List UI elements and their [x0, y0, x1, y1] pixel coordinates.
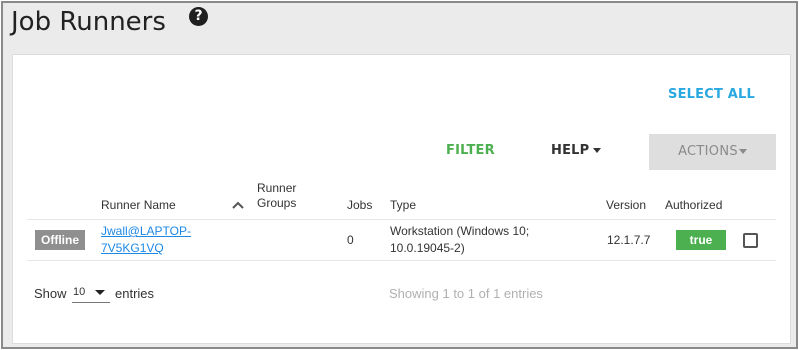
actions-button[interactable]: ACTIONS [649, 134, 776, 170]
authorized-badge: true [676, 230, 726, 250]
help-menu-label: HELP [551, 143, 590, 158]
header-divider [27, 219, 776, 220]
column-header-type[interactable]: Type [390, 198, 416, 213]
type-cell: Workstation (Windows 10; 10.0.19045-2) [390, 223, 529, 257]
show-label: Show [34, 286, 67, 301]
column-header-runner-name[interactable]: Runner Name [101, 198, 176, 213]
app-frame: Job Runners ? SELECT ALL FILTER HELP ACT… [1, 1, 798, 349]
runner-name-line2: 7V5KG1VQ [101, 241, 164, 255]
runner-name-link[interactable]: Jwall@LAPTOP- 7V5KG1VQ [101, 223, 191, 257]
caret-down-icon [95, 290, 105, 295]
page-size-select[interactable]: 10 [72, 283, 110, 303]
jobs-cell: 0 [347, 233, 354, 247]
caret-down-icon [593, 148, 602, 153]
column-header-authorized[interactable]: Authorized [665, 198, 722, 213]
column-header-jobs[interactable]: Jobs [347, 198, 372, 213]
type-line2: 10.0.19045-2) [390, 241, 465, 255]
column-header-runner-groups-line1: Runner [257, 181, 297, 195]
page-size-value: 10 [73, 286, 86, 298]
type-line1: Workstation (Windows 10; [390, 224, 530, 238]
column-header-runner-groups[interactable]: Runner Groups [257, 181, 296, 211]
column-header-runner-groups-line2: Groups [257, 196, 297, 210]
job-runners-panel: SELECT ALL FILTER HELP ACTIONS Runner Na… [12, 54, 791, 344]
version-cell: 12.1.7.7 [607, 233, 651, 247]
runner-name-line1: Jwall@LAPTOP- [101, 224, 191, 238]
help-menu-button[interactable]: HELP [551, 143, 602, 158]
entries-label: entries [115, 286, 155, 301]
table-info: Showing 1 to 1 of 1 entries [389, 286, 543, 301]
chevron-up-icon[interactable] [231, 200, 245, 210]
page-title: Job Runners [11, 7, 166, 37]
caret-down-icon [738, 149, 747, 154]
actions-label: ACTIONS [678, 144, 738, 159]
filter-button[interactable]: FILTER [446, 143, 495, 158]
select-all-button[interactable]: SELECT ALL [668, 87, 755, 102]
status-badge: Offline [35, 230, 85, 250]
column-header-version[interactable]: Version [606, 198, 646, 213]
row-select-checkbox[interactable] [743, 233, 758, 248]
row-divider [27, 260, 776, 261]
question-circle-icon[interactable]: ? [189, 7, 208, 26]
